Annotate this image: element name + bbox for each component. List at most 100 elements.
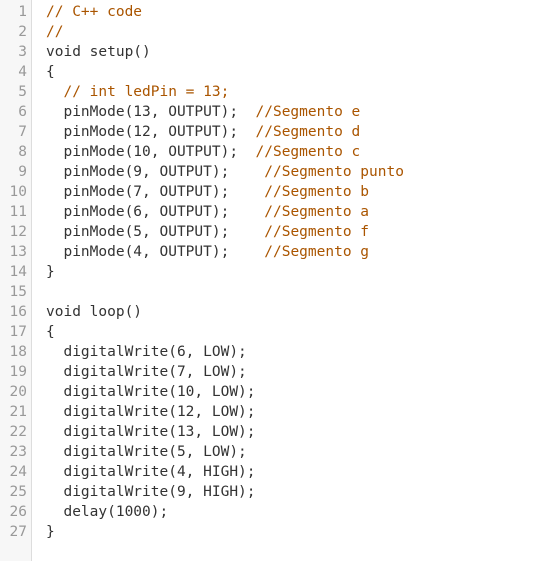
code-line[interactable]: 12 pinMode(5, OUTPUT); //Segmento f (0, 222, 537, 242)
line-number: 23 (9, 444, 27, 460)
code-statement: pinMode(9, OUTPUT); (46, 164, 265, 180)
code-line[interactable]: 16 void loop() (0, 302, 537, 322)
code-text[interactable]: // (46, 22, 63, 42)
code-statement: void setup() (46, 44, 151, 60)
code-text[interactable]: digitalWrite(9, HIGH); (46, 482, 256, 502)
line-number: 1 (18, 4, 27, 20)
code-text[interactable]: digitalWrite(10, LOW); (46, 382, 256, 402)
code-text[interactable]: pinMode(13, OUTPUT); //Segmento e (46, 102, 360, 122)
code-comment: // int ledPin = 13; (63, 84, 230, 100)
line-number: 16 (9, 304, 27, 320)
line-number: 26 (9, 504, 27, 520)
code-statement: digitalWrite(7, LOW); (46, 364, 247, 380)
code-line[interactable]: 26 delay(1000); (0, 502, 537, 522)
line-number: 11 (9, 204, 27, 220)
code-comment: //Segmento c (255, 144, 361, 160)
code-line[interactable]: 2 // (0, 22, 537, 42)
code-statement: digitalWrite(4, HIGH); (46, 464, 256, 480)
code-comment: // C++ code (46, 4, 143, 20)
code-statement: pinMode(6, OUTPUT); (46, 204, 265, 220)
line-number: 21 (9, 404, 27, 420)
code-line[interactable]: 19 digitalWrite(7, LOW); (0, 362, 537, 382)
line-number: 25 (9, 484, 27, 500)
code-line[interactable]: 15 (0, 282, 537, 302)
code-text[interactable]: digitalWrite(4, HIGH); (46, 462, 256, 482)
code-comment: //Segmento b (264, 184, 370, 200)
code-text[interactable]: } (46, 522, 55, 542)
code-text[interactable]: void loop() (46, 302, 142, 322)
code-statement: { (46, 64, 55, 80)
code-text[interactable]: pinMode(5, OUTPUT); //Segmento f (46, 222, 369, 242)
code-line[interactable]: 13 pinMode(4, OUTPUT); //Segmento g (0, 242, 537, 262)
line-number: 8 (18, 144, 27, 160)
code-text[interactable]: pinMode(9, OUTPUT); //Segmento punto (46, 162, 403, 182)
line-number: 22 (9, 424, 27, 440)
code-text[interactable]: void setup() (46, 42, 151, 62)
code-statement: pinMode(7, OUTPUT); (46, 184, 265, 200)
code-line[interactable]: 1 // C++ code (0, 2, 537, 22)
code-text[interactable]: digitalWrite(13, LOW); (46, 422, 255, 442)
code-text[interactable]: { (46, 62, 55, 82)
code-line[interactable]: 22 digitalWrite(13, LOW); (0, 422, 537, 442)
code-statement: { (46, 324, 55, 340)
code-text[interactable]: digitalWrite(5, LOW); (46, 442, 247, 462)
code-line[interactable]: 9 pinMode(9, OUTPUT); //Segmento punto (0, 162, 537, 182)
code-text[interactable]: pinMode(4, OUTPUT); //Segmento g (46, 242, 369, 262)
code-line[interactable]: 27} (0, 522, 537, 542)
code-line[interactable]: 4{ (0, 62, 537, 82)
code-text[interactable]: } (46, 262, 55, 282)
code-text[interactable]: pinMode(6, OUTPUT); //Segmento a (46, 202, 369, 222)
code-statement: digitalWrite(10, LOW); (46, 384, 256, 400)
code-text[interactable]: // C++ code (46, 2, 142, 22)
code-line[interactable]: 18 digitalWrite(6, LOW); (0, 342, 537, 362)
code-text[interactable]: pinMode(7, OUTPUT); //Segmento b (46, 182, 369, 202)
code-line[interactable]: 21 digitalWrite(12, LOW); (0, 402, 537, 422)
code-line[interactable]: 24 digitalWrite(4, HIGH); (0, 462, 537, 482)
line-number: 19 (9, 364, 27, 380)
code-comment: //Segmento e (255, 104, 361, 120)
code-statement: delay(1000); (46, 504, 169, 520)
code-line[interactable]: 23 digitalWrite(5, LOW); (0, 442, 537, 462)
code-text[interactable]: pinMode(10, OUTPUT); //Segmento c (46, 142, 360, 162)
code-line[interactable]: 5 // int ledPin = 13; (0, 82, 537, 102)
code-statement: pinMode(5, OUTPUT); (46, 224, 265, 240)
code-statement: pinMode(13, OUTPUT); (46, 104, 256, 120)
line-number: 14 (9, 264, 27, 280)
code-line[interactable]: 6 pinMode(13, OUTPUT); //Segmento e (0, 102, 537, 122)
code-text[interactable]: // int ledPin = 13; (46, 82, 229, 102)
line-number: 10 (9, 184, 27, 200)
line-number: 18 (9, 344, 27, 360)
code-statement: } (46, 264, 55, 280)
code-line[interactable]: 10 pinMode(7, OUTPUT); //Segmento b (0, 182, 537, 202)
code-statement: digitalWrite(5, LOW); (46, 444, 247, 460)
code-line[interactable]: 3 void setup() (0, 42, 537, 62)
line-number: 24 (9, 464, 27, 480)
code-text[interactable]: { (46, 322, 55, 342)
code-editor[interactable]: 1 // C++ code 2// 3 void setup() 4{5 // int l… (0, 0, 537, 561)
code-text[interactable]: digitalWrite(12, LOW); (46, 402, 255, 422)
line-number: 3 (18, 44, 27, 60)
code-line[interactable]: 17 { (0, 322, 537, 342)
line-number: 9 (18, 164, 27, 180)
code-statement: pinMode(10, OUTPUT); (46, 144, 256, 160)
code-statement: pinMode(4, OUTPUT); (46, 244, 265, 260)
code-line[interactable]: 7 pinMode(12, OUTPUT); //Segmento d (0, 122, 537, 142)
code-line[interactable]: 20 digitalWrite(10, LOW); (0, 382, 537, 402)
code-comment: //Segmento d (255, 124, 361, 140)
code-text[interactable]: digitalWrite(7, LOW); (46, 362, 247, 382)
code-statement: digitalWrite(9, HIGH); (46, 484, 256, 500)
code-line[interactable]: 25 digitalWrite(9, HIGH); (0, 482, 537, 502)
line-number: 27 (9, 524, 27, 540)
code-line[interactable]: 8 pinMode(10, OUTPUT); //Segmento c (0, 142, 537, 162)
code-line[interactable]: 14} (0, 262, 537, 282)
line-number: 17 (9, 324, 27, 340)
code-comment: // (46, 24, 64, 40)
code-line[interactable]: 11 pinMode(6, OUTPUT); //Segmento a (0, 202, 537, 222)
code-text[interactable]: digitalWrite(6, LOW); (46, 342, 246, 362)
code-text[interactable]: delay(1000); (46, 502, 168, 522)
code-comment: //Segmento f (264, 224, 370, 240)
line-number: 20 (9, 384, 27, 400)
code-lines[interactable]: 1 // C++ code 2// 3 void setup() 4{5 // int l… (0, 2, 537, 542)
code-text[interactable]: pinMode(12, OUTPUT); //Segmento d (46, 122, 360, 142)
line-number: 7 (18, 124, 27, 140)
